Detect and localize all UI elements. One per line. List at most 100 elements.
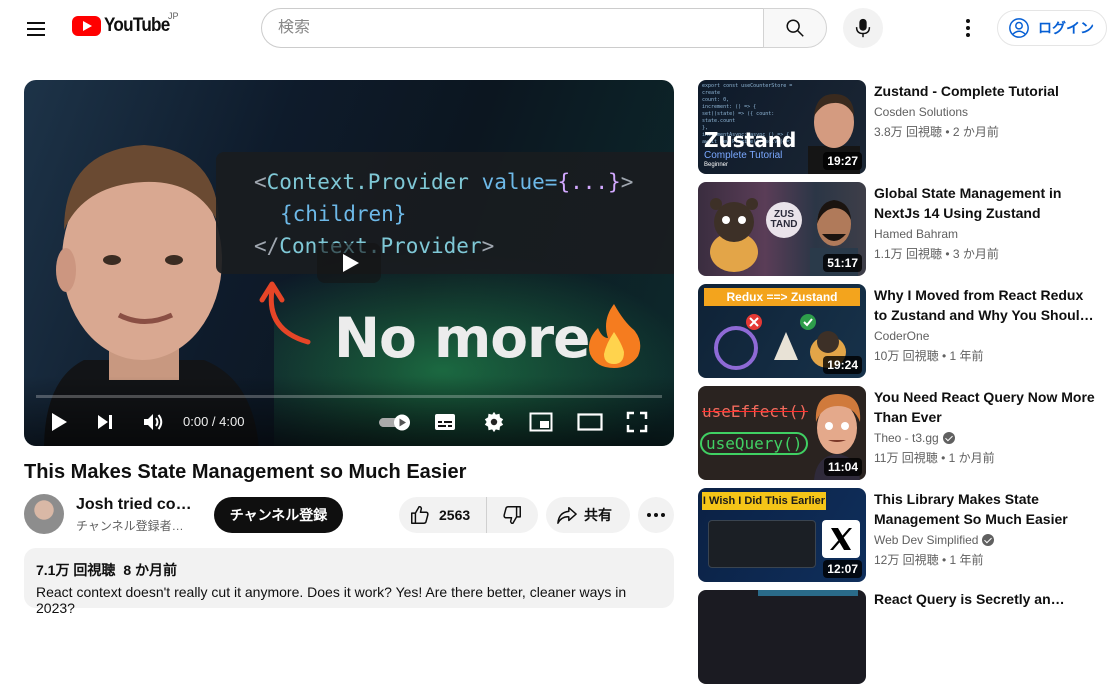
autoplay-toggle-icon — [379, 414, 410, 431]
video-duration: 11:04 — [823, 458, 862, 476]
subtitles-icon — [435, 414, 455, 430]
related-thumbnail[interactable]: export const useCounterStore = create cou… — [698, 80, 866, 174]
thumbnail-badge: ZUS TAND — [766, 202, 802, 238]
menu-icon[interactable] — [18, 11, 54, 47]
related-thumbnail[interactable]: useEffect() useQuery() 11:04 — [698, 386, 866, 480]
related-video[interactable]: export const useCounterStore = create cou… — [698, 80, 1103, 174]
related-video[interactable]: ZUS TAND 51:17 Global State Management i… — [698, 182, 1103, 276]
volume-button[interactable] — [138, 406, 168, 438]
channel-avatar[interactable] — [24, 494, 64, 534]
share-label: 共有 — [584, 507, 612, 523]
search-button[interactable] — [763, 8, 827, 48]
related-channel[interactable]: CoderOne — [874, 329, 929, 343]
like-dislike-group: 2563 — [399, 497, 538, 533]
search-icon — [786, 19, 804, 37]
fullscreen-button[interactable] — [622, 406, 652, 438]
code-snippet-card: <Context.Provider value={...}> {children… — [216, 152, 674, 274]
like-button[interactable]: 2563 — [399, 497, 487, 533]
youtube-play-icon — [72, 16, 101, 36]
settings-button[interactable] — [479, 406, 509, 438]
thumbnail-subtitle: Complete Tutorial — [704, 150, 783, 161]
subscriber-count: チャンネル登録者… — [76, 519, 184, 533]
x-logo-icon — [830, 528, 852, 550]
related-meta: 3.8万 回視聴 • 2 か月前 — [874, 125, 999, 139]
center-play-button[interactable] — [317, 243, 381, 283]
related-video[interactable]: I Wish I Did This Earlier 12:07 This Lib… — [698, 488, 1103, 582]
settings-more-icon[interactable] — [952, 12, 984, 44]
thumbnail-banner: I Wish I Did This Earlier — [702, 492, 826, 510]
subtitles-button[interactable] — [430, 406, 460, 438]
channel-name[interactable]: Josh tried co… — [76, 496, 192, 514]
miniplayer-button[interactable] — [526, 406, 556, 438]
miniplayer-icon — [529, 412, 553, 432]
time-display: 0:00 / 4:00 — [183, 414, 245, 429]
thumbnail-x-logo — [822, 520, 860, 558]
masthead: YouTube JP ログイン — [0, 0, 1109, 56]
share-button[interactable]: 共有 — [546, 497, 630, 533]
related-meta: 11万 回視聴 • 1 か月前 — [874, 451, 995, 465]
related-thumbnail[interactable] — [698, 590, 866, 684]
play-button[interactable] — [44, 406, 74, 438]
related-channel-name: Cosden Solutions — [874, 105, 969, 119]
next-icon — [98, 415, 112, 429]
autoplay-toggle[interactable] — [376, 406, 414, 438]
region-label: JP — [168, 11, 179, 21]
related-channel[interactable]: Web Dev Simplified — [874, 533, 995, 547]
volume-icon — [144, 414, 163, 430]
view-count: 7.1万 回視聴 — [36, 562, 116, 578]
related-channel[interactable]: Cosden Solutions — [874, 105, 968, 119]
thumbnail-tag: Beginner — [704, 162, 729, 168]
share-icon — [557, 507, 577, 524]
account-icon — [1009, 18, 1029, 38]
verified-badge-icon — [942, 432, 955, 444]
related-thumbnail[interactable]: ZUS TAND 51:17 — [698, 182, 866, 276]
verified-badge-icon — [982, 534, 995, 546]
related-meta: 12万 回視聴 • 1 年前 — [874, 553, 984, 567]
video-player[interactable]: <Context.Provider value={...}> {children… — [24, 80, 674, 446]
dislike-button[interactable] — [487, 497, 537, 533]
thumbs-up-icon — [411, 505, 429, 524]
thumbnail-accent — [758, 590, 858, 596]
login-button[interactable]: ログイン — [997, 10, 1107, 46]
search-input[interactable] — [278, 19, 763, 37]
more-actions-button[interactable] — [638, 497, 674, 533]
fullscreen-icon — [626, 411, 648, 433]
related-video[interactable]: Redux ==> Zustand 19:24 Why I Moved from… — [698, 284, 1103, 378]
description-box[interactable]: 7.1万 回視聴 8 か月前 React context doesn't real… — [24, 548, 674, 616]
related-thumbnail[interactable]: Redux ==> Zustand 19:24 — [698, 284, 866, 378]
thumbs-down-icon — [503, 506, 521, 525]
related-thumbnail[interactable]: I Wish I Did This Earlier 12:07 — [698, 488, 866, 582]
theater-mode-button[interactable] — [574, 406, 606, 438]
related-title[interactable]: Global State Management in NextJs 14 Usi… — [874, 183, 1096, 223]
related-channel[interactable]: Hamed Bahram — [874, 227, 958, 241]
related-channel-name: Theo - t3.gg — [874, 431, 939, 445]
subscribe-button[interactable]: チャンネル登録 — [214, 497, 343, 533]
curved-arrow-icon — [259, 281, 311, 345]
progress-bar[interactable] — [36, 395, 662, 398]
related-channel[interactable]: Theo - t3.gg — [874, 431, 955, 445]
youtube-logo[interactable]: YouTube — [72, 15, 177, 37]
microphone-icon — [855, 18, 871, 38]
related-channel-name: CoderOne — [874, 329, 930, 343]
like-count: 2563 — [439, 507, 471, 523]
next-button[interactable] — [90, 406, 120, 438]
upload-date: 8 か月前 — [123, 562, 178, 578]
search-box[interactable] — [261, 8, 763, 48]
fire-icon — [589, 304, 641, 368]
related-video[interactable]: React Query is Secretly an… — [698, 590, 1103, 684]
thumbnail-crossed-text: useEffect() — [702, 402, 808, 421]
related-title[interactable]: This Library Makes State Management So M… — [874, 489, 1096, 529]
related-title[interactable]: Zustand - Complete Tutorial — [874, 81, 1096, 101]
voice-search-button[interactable] — [843, 8, 883, 48]
related-video[interactable]: useEffect() useQuery() 11:04 You Need Re… — [698, 386, 1103, 480]
related-title[interactable]: You Need React Query Now More Than Ever — [874, 387, 1096, 427]
video-duration: 19:24 — [823, 356, 862, 374]
thumbnail-code-window — [708, 520, 816, 568]
theater-mode-icon — [577, 413, 603, 431]
related-title[interactable]: Why I Moved from React Redux to Zustand … — [874, 285, 1096, 325]
thumbnail-banner: Redux ==> Zustand — [704, 288, 860, 306]
thumbnail-title: Zustand — [704, 128, 797, 152]
related-title[interactable]: React Query is Secretly an… — [874, 589, 1096, 609]
thumbnail-bear-illustration — [710, 198, 758, 272]
login-label: ログイン — [1038, 20, 1094, 36]
